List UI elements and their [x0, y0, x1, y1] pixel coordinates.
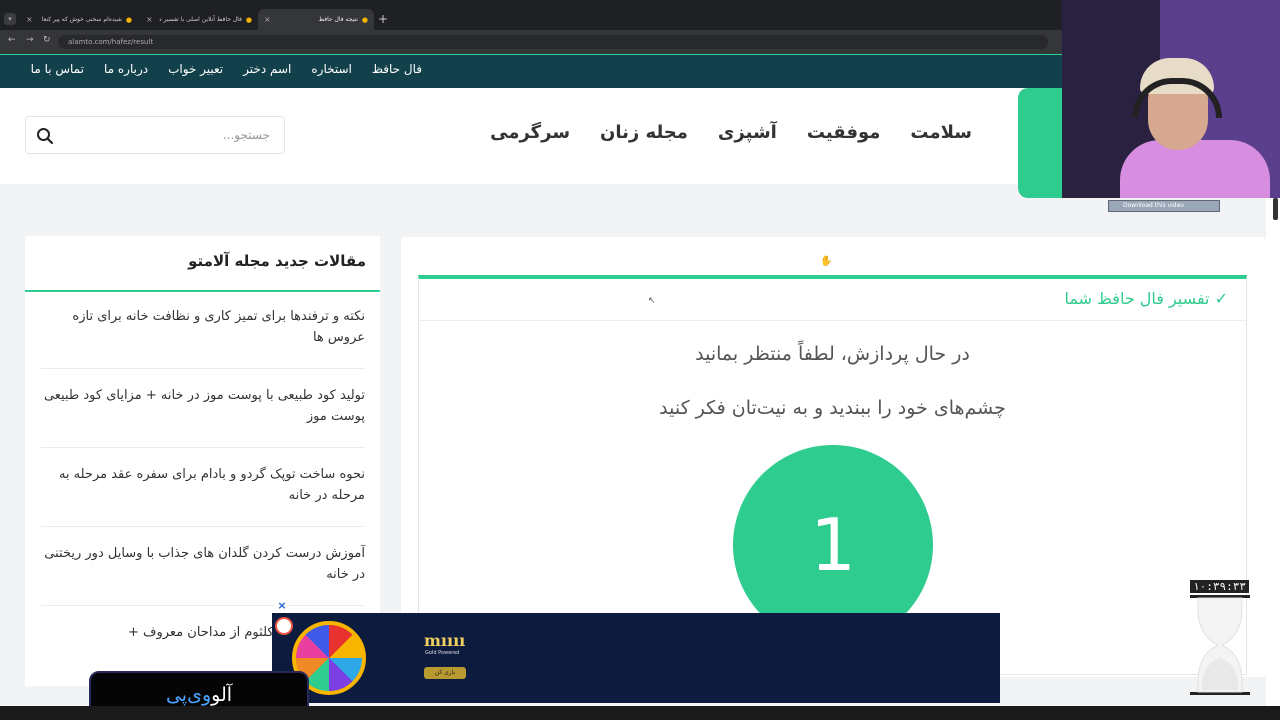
page-right-edge — [1266, 198, 1280, 720]
streamer-shirt — [1120, 140, 1270, 198]
ad-banner[interactable] — [272, 613, 1000, 703]
tab-label: فال حافظ آنلاین اصلی با تفسیر د — [159, 16, 242, 23]
close-tab-icon[interactable]: × — [26, 15, 33, 24]
reload-icon[interactable]: ↻ — [43, 35, 51, 45]
browser-tab-bar: ▾ ● شیده‌ام سخنی خوش که پیر کنعا × ● فال… — [0, 0, 1062, 30]
browser-tab-1[interactable]: ● شیده‌ام سخنی خوش که پیر کنعا × — [20, 9, 138, 30]
scrollbar[interactable] — [1273, 198, 1278, 220]
topnav-item-estekhare[interactable]: استخاره — [311, 62, 352, 76]
tab-list-icon[interactable]: ▾ — [4, 13, 16, 25]
article-link[interactable]: تولید کود طبیعی با پوست موز در خانه + مز… — [41, 385, 365, 427]
tab-label: نتیجه فال حافظ — [318, 16, 358, 23]
instruction-message: چشم‌های خود را ببندید و به نیت‌تان فکر ک… — [659, 397, 1006, 419]
main-nav-cooking[interactable]: آشپزی — [718, 122, 777, 143]
topnav-item-esm-dokhtar[interactable]: اسم دختر — [243, 62, 291, 76]
main-nav-success[interactable]: موفقیت — [807, 122, 881, 143]
result-header: ✓ تفسیر فال حافظ شما — [419, 279, 1246, 321]
result-title: ✓ تفسیر فال حافظ شما — [1064, 289, 1228, 308]
article-link[interactable]: آموزش درست کردن گلدان های جذاب با وسایل … — [41, 543, 365, 585]
ad-brand-logo: mıııı — [424, 631, 466, 650]
webcam-overlay — [1062, 0, 1280, 198]
divider — [41, 526, 365, 527]
topnav-item-contact[interactable]: تماس با ما — [31, 62, 84, 76]
sidebar-title-underline — [25, 290, 380, 292]
topnav-item-about[interactable]: درباره ما — [104, 62, 148, 76]
mouse-cursor-icon: ↖ — [648, 296, 656, 306]
main-nav-entertainment[interactable]: سرگرمی — [490, 122, 570, 143]
article-link[interactable]: نحوه ساخت توپک گردو و بادام برای سفره عق… — [41, 464, 365, 506]
ad-close-button[interactable]: × — [276, 600, 288, 612]
tab-label: شیده‌ام سخنی خوش که پیر کنعا — [41, 16, 122, 23]
brand-text-white: آلو — [211, 684, 233, 706]
article-link[interactable]: نکته و ترفندها برای تمیز کاری و نظافت خا… — [41, 306, 365, 348]
search-icon[interactable] — [36, 127, 54, 145]
brand-text-blue: وی‌پی — [165, 684, 212, 706]
divider — [41, 368, 365, 369]
bottom-strip — [0, 706, 1280, 720]
favicon-icon: ● — [361, 15, 368, 24]
screen: ▾ ● شیده‌ام سخنی خوش که پیر کنعا × ● فال… — [0, 0, 1280, 720]
download-video-button[interactable]: Download this video — [1108, 200, 1220, 212]
hand-cursor-icon: ✋ — [820, 256, 833, 267]
favicon-icon: ● — [125, 15, 132, 24]
search-input[interactable]: جستجو... — [25, 116, 285, 154]
browser-tab-3[interactable]: ● نتیجه فال حافظ × — [258, 9, 374, 30]
main-nav-health[interactable]: سلامت — [910, 122, 972, 143]
processing-message: در حال پردازش، لطفاً منتظر بمانید — [695, 343, 970, 365]
search-placeholder: جستجو... — [222, 128, 270, 142]
address-bar-row: ← → ↻ alamto.com/hafez/result — [0, 30, 1062, 54]
browser-tab-2[interactable]: ● فال حافظ آنلاین اصلی با تفسیر د × — [140, 9, 258, 30]
top-nav: فال حافظ استخاره اسم دختر تعبیر خواب درب… — [0, 54, 1062, 88]
timer-readout: ۱۰:۳۹:۳۳ — [1190, 580, 1249, 593]
main-nav: سلامت موفقیت آشپزی مجله زنان سرگرمی — [490, 122, 972, 143]
new-tab-button[interactable]: + — [378, 12, 388, 26]
site-logo[interactable] — [1018, 88, 1062, 198]
back-icon[interactable]: ← — [8, 35, 16, 45]
main-nav-women-magazine[interactable]: مجله زنان — [600, 122, 688, 143]
sidebar-title: مقالات جدید مجله آلامتو — [188, 252, 366, 270]
divider — [41, 447, 365, 448]
close-tab-icon[interactable]: × — [264, 15, 271, 24]
forward-icon[interactable]: → — [26, 35, 34, 45]
hourglass-icon — [1190, 595, 1250, 695]
ad-play-button[interactable]: بازی کن — [424, 667, 466, 679]
topnav-item-tabir-khab[interactable]: تعبیر خواب — [168, 62, 223, 76]
ad-subtitle: Gold Powered — [425, 650, 460, 656]
divider — [41, 605, 365, 606]
url-input[interactable]: alamto.com/hafez/result — [58, 35, 1048, 49]
ad-badge-icon — [275, 617, 293, 635]
topnav-item-fal-hafez[interactable]: فال حافظ — [372, 62, 422, 76]
favicon-icon: ● — [245, 15, 252, 24]
close-tab-icon[interactable]: × — [146, 15, 153, 24]
